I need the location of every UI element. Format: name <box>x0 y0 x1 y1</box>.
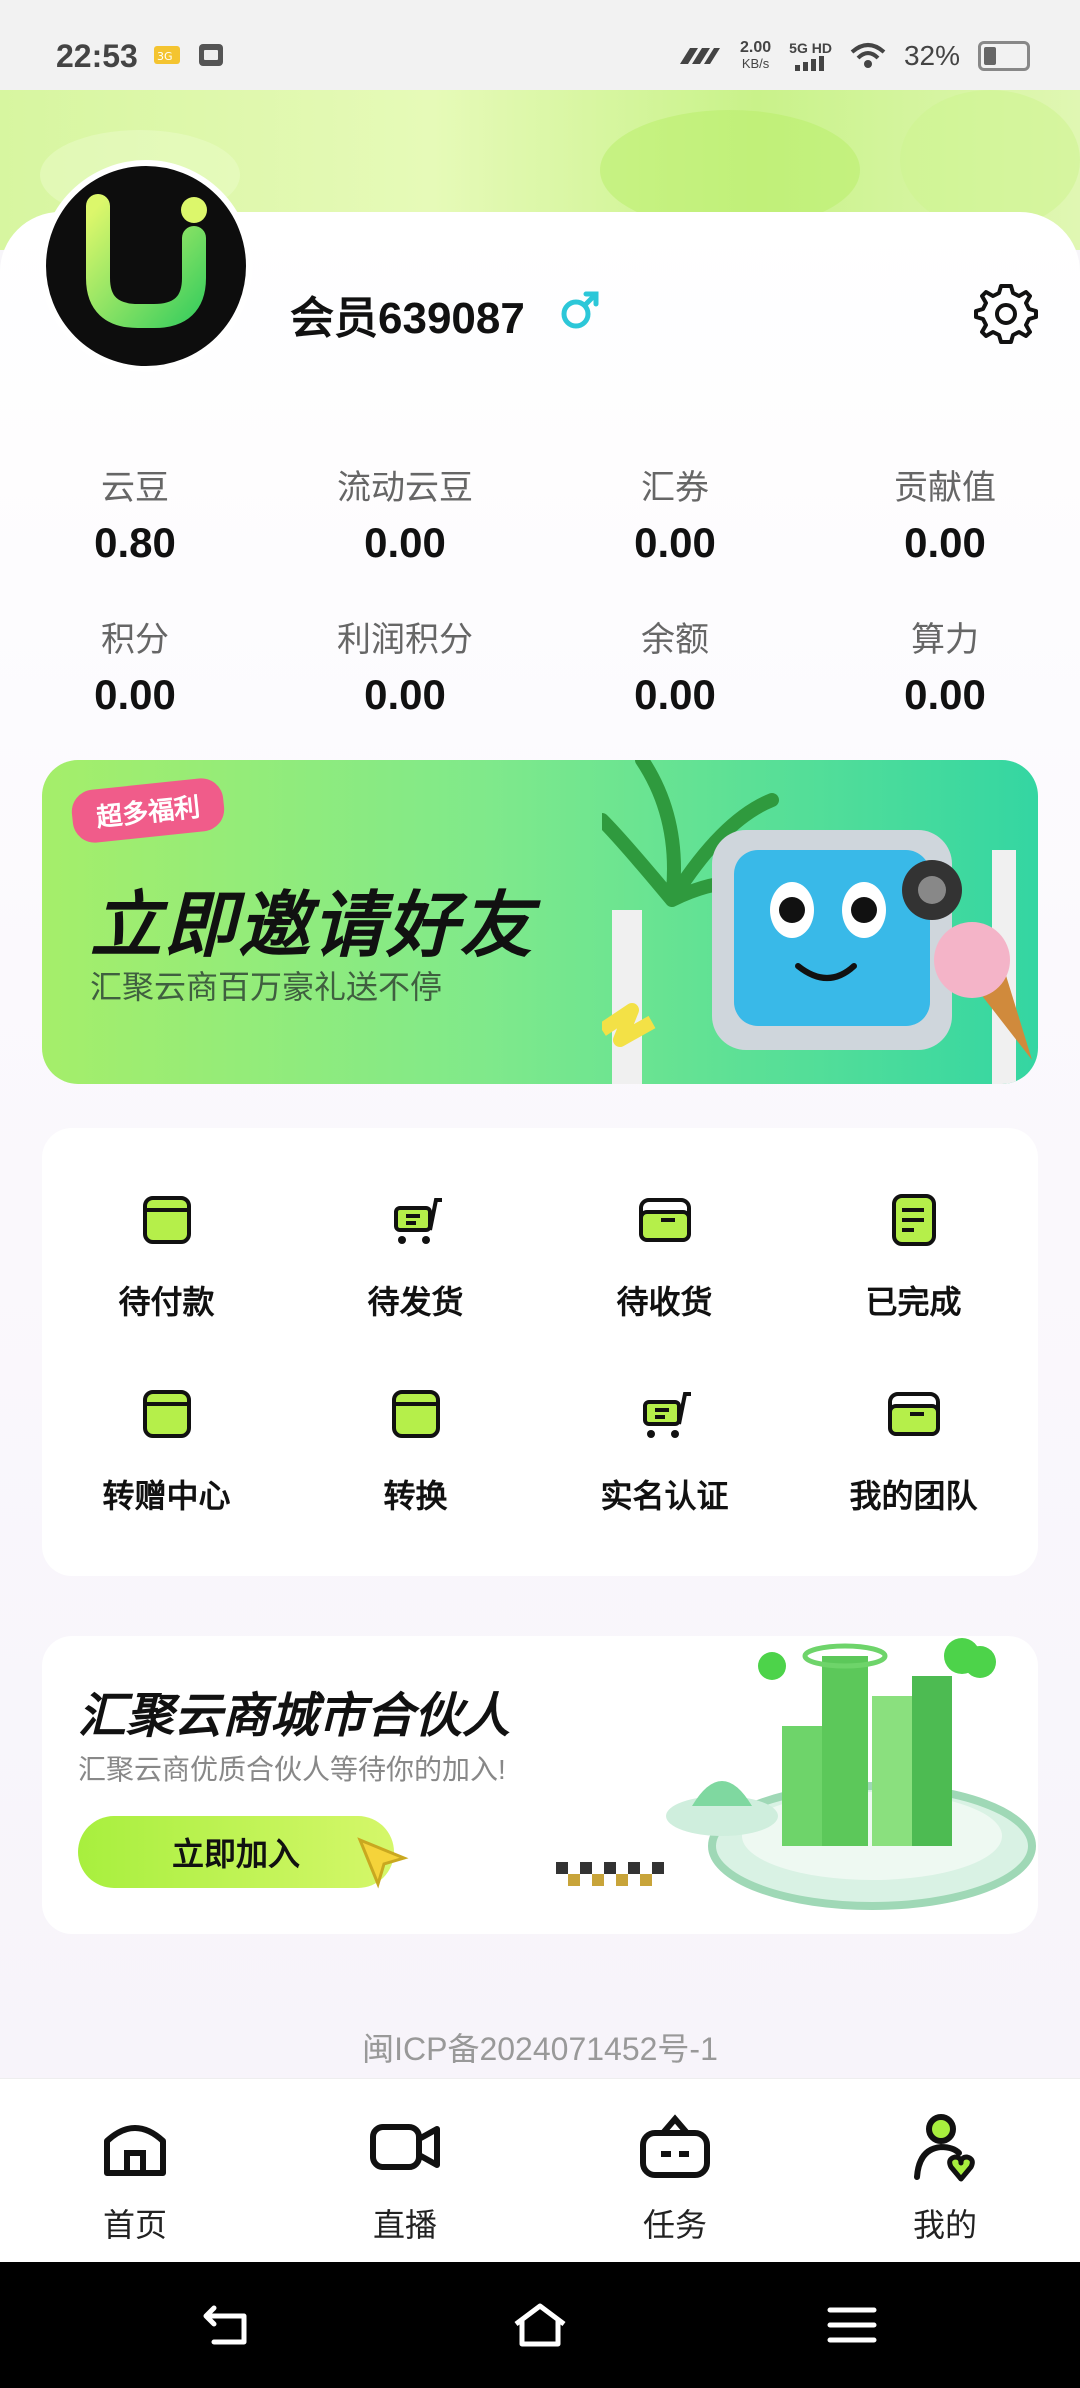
icp-license: 闽ICP备2024071452号-1 <box>362 2031 718 2067</box>
bottom-tab-bar: 首页 直播 任务 我的 <box>0 2078 1080 2263</box>
menu-icon[interactable] <box>824 2300 880 2350</box>
svg-text:3G: 3G <box>157 50 173 63</box>
stat-liudong-yundou[interactable]: 流动云豆 0.00 <box>270 460 540 567</box>
invite-title: 立即邀请好友 <box>90 886 535 966</box>
stat-points[interactable]: 积分 0.00 <box>0 612 270 719</box>
tab-home[interactable]: 首页 <box>0 2109 270 2246</box>
benefits-tag: 超多福利 <box>69 776 227 845</box>
order-menu-card: 待付款 待发货 待收货 已完成 转赠中心 转换 实名认证 我的团队 <box>42 1128 1038 1576</box>
cart-icon <box>393 1198 442 1244</box>
username: 会员639087 <box>290 294 525 343</box>
menu-item-completed[interactable]: 已完成 <box>789 1190 1038 1323</box>
menu-item-convert[interactable]: 转换 <box>291 1384 540 1517</box>
settings-gear-icon[interactable] <box>974 280 1038 344</box>
menu-item-gift-center[interactable]: 转赠中心 <box>42 1384 291 1517</box>
video-icon <box>370 2124 440 2170</box>
stat-huiquan[interactable]: 汇券 0.00 <box>540 460 810 567</box>
cursor-pointer-icon <box>357 1837 409 1889</box>
back-icon[interactable] <box>200 2300 256 2350</box>
notification-app-icon: 3G <box>154 46 180 64</box>
menu-item-my-team[interactable]: 我的团队 <box>789 1384 1038 1517</box>
brand-logo-icon <box>86 194 207 328</box>
task-icon <box>640 2114 710 2178</box>
box-icon <box>887 1392 940 1436</box>
home-nav-icon[interactable] <box>512 2300 568 2350</box>
tv-mascot-illustration <box>602 760 1032 1084</box>
menu-item-pending-shipment[interactable]: 待发货 <box>291 1190 540 1323</box>
status-time: 22:53 <box>56 38 138 74</box>
tab-mine[interactable]: 我的 <box>810 2109 1080 2246</box>
stat-yundou[interactable]: 云豆 0.80 <box>0 460 270 567</box>
invite-friends-banner[interactable]: 超多福利 立即邀请好友 汇聚云商百万豪礼送不停 <box>42 760 1038 1084</box>
wifi-icon <box>850 43 886 68</box>
stat-computing-power[interactable]: 算力 0.00 <box>810 612 1080 719</box>
wallet-icon <box>391 1390 440 1438</box>
network-type: 5G HD <box>789 41 832 71</box>
wallet-icon <box>142 1390 191 1438</box>
checkered-decoration <box>556 1862 664 1886</box>
stat-profit-points[interactable]: 利润积分 0.00 <box>270 612 540 719</box>
tab-tasks[interactable]: 任务 <box>540 2109 810 2246</box>
avatar[interactable] <box>40 160 252 372</box>
stat-balance[interactable]: 余额 0.00 <box>540 612 810 719</box>
invite-subtitle: 汇聚云商百万豪礼送不停 <box>90 969 443 1005</box>
battery-percent: 32% <box>903 40 960 71</box>
cell-signal-icon <box>794 56 824 71</box>
profile-icon <box>914 2114 975 2182</box>
document-icon <box>891 1194 936 1246</box>
box-icon <box>638 1198 691 1242</box>
menu-item-pending-payment[interactable]: 待付款 <box>42 1190 291 1323</box>
menu-item-real-name-verification[interactable]: 实名认证 <box>540 1384 789 1517</box>
male-gender-icon <box>561 291 599 329</box>
partner-subtitle: 汇聚云商优质合伙人等待你的加入! <box>78 1754 506 1785</box>
battery-icon <box>978 41 1030 71</box>
cart-icon <box>642 1392 691 1438</box>
home-icon <box>104 2125 166 2176</box>
city-partner-card[interactable]: 汇聚云商城市合伙人 汇聚云商优质合伙人等待你的加入! 立即加入 <box>42 1636 1038 1934</box>
stat-contribution[interactable]: 贡献值 0.00 <box>810 460 1080 567</box>
wallet-icon <box>142 1196 191 1244</box>
menu-item-pending-receipt[interactable]: 待收货 <box>540 1190 789 1323</box>
network-speed: 2.00 KB/s <box>740 39 772 72</box>
signal-mark-icon <box>680 48 721 64</box>
partner-title: 汇聚云商城市合伙人 <box>78 1690 511 1743</box>
system-navigation-bar <box>0 2262 1080 2388</box>
mail-app-icon <box>199 44 223 66</box>
join-now-button[interactable]: 立即加入 <box>78 1816 394 1888</box>
status-bar: 22:53 3G 2.00 KB/s 5G HD 32% <box>0 0 1080 90</box>
city-illustration <box>666 1638 1036 1910</box>
tab-live[interactable]: 直播 <box>270 2109 540 2246</box>
